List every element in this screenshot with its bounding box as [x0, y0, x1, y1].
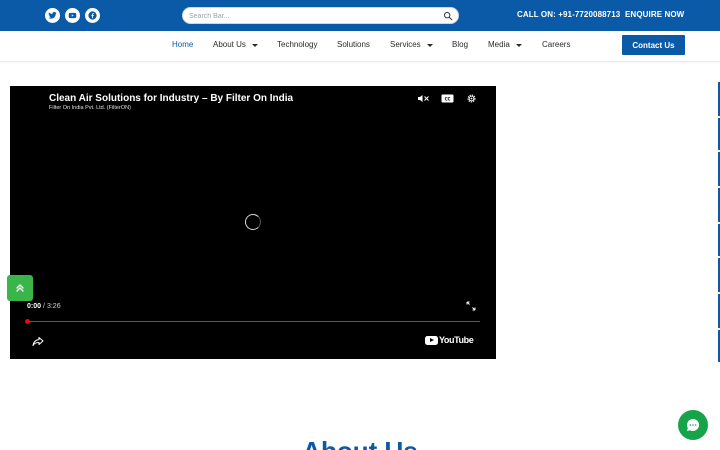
youtube-logo[interactable]: YouTube [425, 335, 474, 345]
time-display: 0:00/3:26 [27, 303, 61, 310]
nav-item-careers[interactable]: Careers [542, 40, 570, 49]
chat-bubble-icon [686, 418, 700, 431]
nav-item-label: Solutions [337, 40, 370, 49]
nav-item-solutions[interactable]: Solutions [337, 40, 370, 49]
facebook-icon [88, 11, 97, 20]
twitter-icon [48, 11, 57, 19]
call-link[interactable]: CALL ON: +91-7720088713 [517, 10, 620, 19]
nav-item-label: Services [390, 40, 421, 49]
mute-icon[interactable] [417, 93, 430, 104]
nav-item-label: Technology [277, 40, 318, 49]
nav-item-home[interactable]: Home [172, 40, 193, 49]
search-icon[interactable] [443, 11, 453, 21]
scrubber-handle[interactable] [25, 319, 30, 324]
youtube-video-player[interactable]: Clean Air Solutions for Industry – By Fi… [10, 86, 496, 359]
nav-item-label: About Us [213, 40, 246, 49]
duration: 3:26 [46, 303, 61, 310]
chevron-down-icon [251, 43, 258, 47]
current-time: 0:00 [27, 303, 42, 310]
chevron-down-icon [515, 43, 522, 47]
top-bar: CALL ON: +91-7720088713 ENQUIRE NOW [0, 0, 720, 31]
youtube-play-icon [425, 335, 438, 345]
nav-item-label: Home [172, 40, 194, 49]
chevron-down-icon [426, 43, 433, 47]
scroll-to-top-button[interactable] [7, 275, 33, 301]
nav-item-blog[interactable]: Blog [452, 40, 468, 49]
enquire-now-link[interactable]: ENQUIRE NOW [625, 10, 684, 19]
double-chevron-up-icon [16, 284, 24, 292]
video-channel[interactable]: Filter On India Pvt. Ltd. (FilterON) [49, 105, 131, 111]
loading-spinner-icon [245, 214, 261, 230]
main-nav: Home About Us Technology Solutions Servi… [0, 31, 720, 62]
nav-item-about-us[interactable]: About Us [213, 40, 258, 49]
twitter-link[interactable] [45, 8, 60, 23]
nav-item-label: Blog [452, 40, 469, 49]
nav-item-services[interactable]: Services [390, 40, 433, 49]
progress-bar[interactable] [25, 319, 480, 324]
search-box [182, 7, 459, 24]
share-icon[interactable] [32, 336, 44, 347]
video-title[interactable]: Clean Air Solutions for Industry – By Fi… [49, 93, 293, 104]
nav-item-label: Careers [542, 40, 571, 49]
facebook-link[interactable] [85, 8, 100, 23]
settings-gear-icon[interactable] [465, 93, 478, 104]
about-us-heading: About Us [0, 436, 720, 450]
captions-icon[interactable]: CC [441, 93, 454, 104]
youtube-wordmark: YouTube [439, 335, 474, 345]
contact-us-button[interactable]: Contact Us [622, 35, 685, 55]
nav-item-technology[interactable]: Technology [277, 40, 317, 49]
svg-text:CC: CC [445, 97, 451, 102]
youtube-link[interactable] [65, 8, 80, 23]
search-input[interactable] [189, 9, 439, 23]
nav-item-media[interactable]: Media [488, 40, 522, 49]
nav-item-label: Media [488, 40, 510, 49]
fullscreen-icon[interactable] [466, 301, 476, 311]
youtube-icon [68, 12, 77, 19]
time-separator: / [43, 303, 45, 310]
